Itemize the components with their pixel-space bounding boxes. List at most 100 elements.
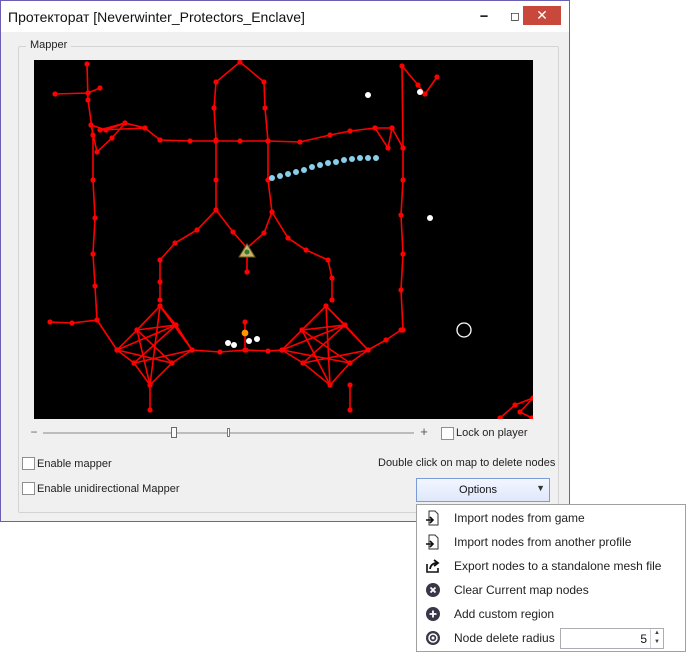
menu-item-import-from-profile[interactable]: Import nodes from another profile — [417, 531, 685, 553]
map-node[interactable] — [269, 209, 275, 215]
map-node[interactable] — [327, 132, 333, 138]
map-node[interactable] — [329, 275, 335, 281]
zoom-in-icon[interactable]: + — [419, 425, 429, 439]
map-node[interactable] — [415, 82, 421, 88]
map-node[interactable] — [285, 235, 291, 241]
menu-item-export-nodes[interactable]: Export nodes to a standalone mesh file — [417, 555, 685, 577]
map-node[interactable] — [422, 91, 428, 97]
menu-item-add-region[interactable]: Add custom region — [417, 603, 685, 625]
map-node[interactable] — [92, 283, 98, 289]
delete-radius-spinner[interactable]: 5 ▲ ▼ — [560, 628, 664, 649]
map-node[interactable] — [347, 407, 353, 413]
map-node[interactable] — [400, 251, 406, 257]
map-node[interactable] — [372, 125, 378, 131]
lock-on-player-checkbox[interactable] — [441, 427, 454, 440]
map-node[interactable] — [329, 297, 335, 303]
map-node[interactable] — [94, 149, 100, 155]
map-node[interactable] — [172, 240, 178, 246]
options-dropdown-button[interactable]: Options ▼ — [416, 478, 550, 502]
map-node[interactable] — [398, 287, 404, 293]
map-node[interactable] — [303, 247, 309, 253]
spin-down-icon[interactable]: ▼ — [651, 638, 663, 647]
spinner-buttons[interactable]: ▲ ▼ — [650, 629, 663, 648]
map-node[interactable] — [327, 382, 333, 388]
map-node[interactable] — [213, 138, 219, 144]
menu-item-delete-radius[interactable]: Node delete radius 5 ▲ ▼ — [417, 627, 685, 649]
map-node[interactable] — [69, 320, 75, 326]
map-node[interactable] — [131, 360, 137, 366]
map-node[interactable] — [103, 127, 109, 133]
map-node[interactable] — [347, 128, 353, 134]
map-node[interactable] — [242, 319, 248, 325]
map-node[interactable] — [157, 297, 163, 303]
map-node[interactable] — [90, 251, 96, 257]
menu-item-import-from-game[interactable]: Import nodes from game — [417, 507, 685, 529]
map-node[interactable] — [261, 230, 267, 236]
map-node[interactable] — [122, 120, 128, 126]
map-node[interactable] — [142, 125, 148, 131]
map-node[interactable] — [213, 177, 219, 183]
map-node[interactable] — [88, 122, 94, 128]
map-node[interactable] — [157, 279, 163, 285]
map-node[interactable] — [265, 348, 271, 354]
map-node[interactable] — [134, 327, 140, 333]
map-node[interactable] — [342, 322, 348, 328]
map-node[interactable] — [323, 303, 329, 309]
map-node[interactable] — [97, 127, 103, 133]
map-node[interactable] — [147, 382, 153, 388]
map-node[interactable] — [398, 327, 404, 333]
map-graph[interactable] — [34, 60, 533, 419]
map-node[interactable] — [347, 382, 353, 388]
map-node[interactable] — [85, 90, 91, 96]
map-node[interactable] — [157, 303, 163, 309]
map-node[interactable] — [279, 347, 285, 353]
delete-radius-value[interactable]: 5 — [640, 632, 647, 646]
map-node[interactable] — [92, 215, 98, 221]
zoom-out-icon[interactable]: − — [29, 425, 39, 439]
map-node[interactable] — [90, 132, 96, 138]
map-node[interactable] — [213, 207, 219, 213]
close-button[interactable]: ✕ — [523, 6, 561, 25]
map-node[interactable] — [189, 347, 195, 353]
map-node[interactable] — [385, 145, 391, 151]
map-node[interactable] — [299, 327, 305, 333]
map-node[interactable] — [52, 91, 58, 97]
menu-item-clear-nodes[interactable]: Clear Current map nodes — [417, 579, 685, 601]
map-node[interactable] — [217, 349, 223, 355]
title-bar[interactable]: Протекторат [Neverwinter_Protectors_Encl… — [1, 1, 569, 32]
map-node[interactable] — [244, 269, 250, 275]
map-node[interactable] — [517, 409, 523, 415]
map-node[interactable] — [512, 402, 518, 408]
map-node[interactable] — [147, 407, 153, 413]
map-node[interactable] — [85, 97, 91, 103]
map-node[interactable] — [325, 257, 331, 263]
map-node[interactable] — [230, 229, 236, 235]
map-node[interactable] — [94, 317, 100, 323]
map-node[interactable] — [400, 177, 406, 183]
map-node[interactable] — [169, 360, 175, 366]
map-node[interactable] — [297, 139, 303, 145]
map-node[interactable] — [434, 74, 440, 80]
map-node[interactable] — [109, 135, 115, 141]
map-node[interactable] — [262, 105, 268, 111]
map-node[interactable] — [157, 137, 163, 143]
map-node[interactable] — [398, 212, 404, 218]
map-node[interactable] — [114, 347, 120, 353]
map-node[interactable] — [389, 125, 395, 131]
map-node[interactable] — [400, 145, 406, 151]
map-node[interactable] — [383, 337, 389, 343]
map-node[interactable] — [194, 227, 200, 233]
map-node[interactable] — [365, 347, 371, 353]
map-node[interactable] — [173, 322, 179, 328]
minimize-button[interactable]: 🗕 — [473, 7, 495, 25]
map-node[interactable] — [242, 347, 248, 353]
map-canvas[interactable] — [34, 60, 533, 419]
map-node[interactable] — [157, 257, 163, 263]
map-node[interactable] — [211, 105, 217, 111]
map-node[interactable] — [187, 138, 193, 144]
map-node[interactable] — [261, 79, 267, 85]
map-node[interactable] — [529, 415, 533, 419]
map-node[interactable] — [90, 177, 96, 183]
map-node[interactable] — [47, 319, 53, 325]
map-node[interactable] — [97, 85, 103, 91]
